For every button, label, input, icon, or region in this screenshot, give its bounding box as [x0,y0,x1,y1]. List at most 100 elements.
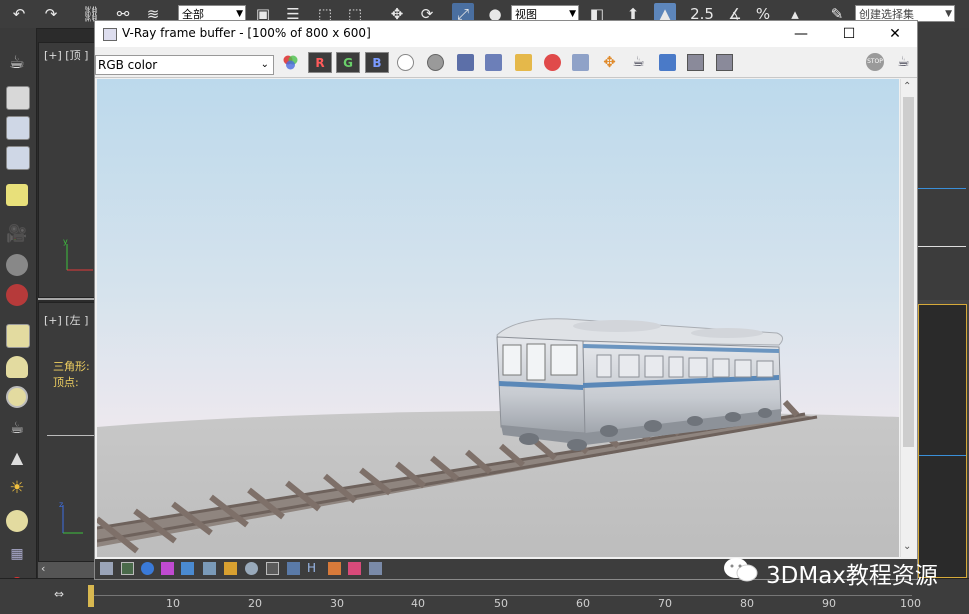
panel-line [918,246,966,247]
open-folder-icon[interactable] [515,54,532,71]
axis-tripod-icon: y [63,238,93,271]
timeline-tick-label: 30 [330,597,344,610]
channel-dropdown[interactable]: RGB color ⌄ [95,55,274,75]
vertical-scrollbar[interactable]: ⌃ ⌄ [900,79,916,557]
time-slider-thumb[interactable] [88,585,94,607]
exposure-icon[interactable] [287,562,300,575]
vray-titlebar[interactable]: V-Ray frame buffer - [100% of 800 x 600]… [95,21,917,47]
left-toolbar: ☕ 🎥 ☕ ▲ ☀ ▦ ● [0,28,37,590]
vfb-settings-icon[interactable] [121,562,134,575]
save-all-icon[interactable] [485,54,502,71]
curve-icon[interactable] [266,562,279,575]
render-scene [97,318,899,557]
save-image-icon[interactable] [457,54,474,71]
history-b-icon[interactable] [716,54,733,71]
stats-triangles-label: 三角形: [53,360,90,373]
window-app-icon [103,28,117,41]
timeline-tick-label: 80 [740,597,754,610]
sphere-icon[interactable] [6,510,28,532]
camera-icon[interactable]: 🎥 [6,224,28,246]
render-production-icon[interactable] [6,284,28,306]
clear-image-icon[interactable] [544,54,561,71]
maximize-button[interactable]: ☐ [827,23,871,45]
axis-tripod-icon: z [59,500,83,534]
chevron-up-icon[interactable]: ⌃ [903,81,911,92]
histogram-icon[interactable] [203,562,216,575]
chevron-down-icon: ⌄ [260,59,269,70]
timeline-tick-label: 60 [576,597,590,610]
stop-button[interactable]: STOP [866,53,884,71]
panel-active-viewport [918,304,967,578]
chevron-down-icon[interactable]: ⌄ [903,541,911,552]
panel-line [919,455,966,456]
green-channel-button[interactable]: G [336,52,360,73]
command-panel [918,28,969,578]
material-editor-icon[interactable] [6,116,30,140]
viewport-left[interactable]: [+] [左 ] 三角形: 顶点: z [38,302,98,562]
svg-text:z: z [59,500,63,509]
panel-viewport-area [918,28,969,300]
monochrome-icon[interactable] [427,54,444,71]
timeline-tick-label: 70 [658,597,672,610]
timeline-tick-label: 50 [494,597,508,610]
watermark-text: 3DMax教程资源 [766,563,938,589]
minimize-button[interactable]: — [779,23,823,45]
hsl-button[interactable]: H [307,562,320,575]
lut-icon[interactable] [161,562,174,575]
color-channels-icon[interactable] [282,54,299,71]
teapot-primitive-icon[interactable]: ☕ [6,418,28,440]
red-channel-button[interactable]: R [308,52,332,73]
close-button[interactable]: ✕ [873,23,917,45]
light-lister-icon[interactable] [6,184,28,206]
compare-icon[interactable] [659,54,676,71]
stats-vertices-label: 顶点: [53,376,79,389]
sphere-render-icon[interactable] [6,254,28,276]
ground-plane [97,410,899,557]
timeline-tick-label: 100 [900,597,921,610]
chevron-down-icon: ▼ [945,9,952,19]
window-title: V-Ray frame buffer - [100% of 800 x 600] [122,26,371,40]
color-balance-icon[interactable] [348,562,361,575]
undo-icon[interactable]: ↶ [8,3,30,25]
cone-icon[interactable]: ▲ [6,448,28,470]
viewport-top[interactable]: [+] [顶 ] y [38,42,98,298]
viewport-top-label[interactable]: [+] [顶 ] [44,47,88,63]
timeline-tick-label: 10 [166,597,180,610]
viewport-scroll-left[interactable]: ‹ [38,562,94,578]
teapot-icon[interactable]: ☕ [6,52,28,74]
channel-value: RGB color [98,58,158,72]
white-balance-icon[interactable] [328,562,341,575]
timeline-tick-label: 90 [822,597,836,610]
plane-icon[interactable] [6,324,30,348]
duplicate-to-frame-icon[interactable] [572,54,589,71]
sun-icon[interactable]: ☀ [6,478,28,500]
render-setup-icon[interactable] [6,86,30,110]
blue-channel-button[interactable]: B [365,52,389,73]
vray-frame-buffer-window: V-Ray frame buffer - [100% of 800 x 600]… [94,20,918,580]
scrollbar-thumb[interactable] [903,97,914,447]
rendered-image[interactable] [97,79,899,557]
track-mouse-icon[interactable]: ✥ [601,54,618,71]
color-correction-icon[interactable] [224,562,237,575]
lens-effects-icon[interactable] [245,562,258,575]
background-image-icon[interactable] [369,562,382,575]
ring-icon[interactable] [6,386,28,408]
status-info-icon[interactable] [100,562,113,575]
viewport-left-label[interactable]: [+] [左 ] [44,312,88,328]
render-teapot-icon[interactable]: ☕ [895,54,912,71]
history-a-icon[interactable] [687,54,704,71]
levels-icon[interactable] [181,562,194,575]
svg-text:y: y [63,238,68,246]
render-frame-icon[interactable] [6,146,30,170]
vray-toolbar: RGB color ⌄ R G B ✥ ☕ STOP ☕ [95,47,917,78]
ground-line [47,435,97,436]
panel-line [918,188,966,189]
time-config-icon[interactable]: ⇔ [48,587,70,605]
alpha-white-icon[interactable] [397,54,414,71]
redo-icon[interactable]: ↷ [40,3,62,25]
timeline-tick-label: 40 [411,597,425,610]
grid-icon[interactable]: ▦ [6,546,28,568]
region-render-icon[interactable]: ☕ [630,54,647,71]
dome-icon[interactable] [6,356,28,378]
info-icon[interactable] [141,562,154,575]
